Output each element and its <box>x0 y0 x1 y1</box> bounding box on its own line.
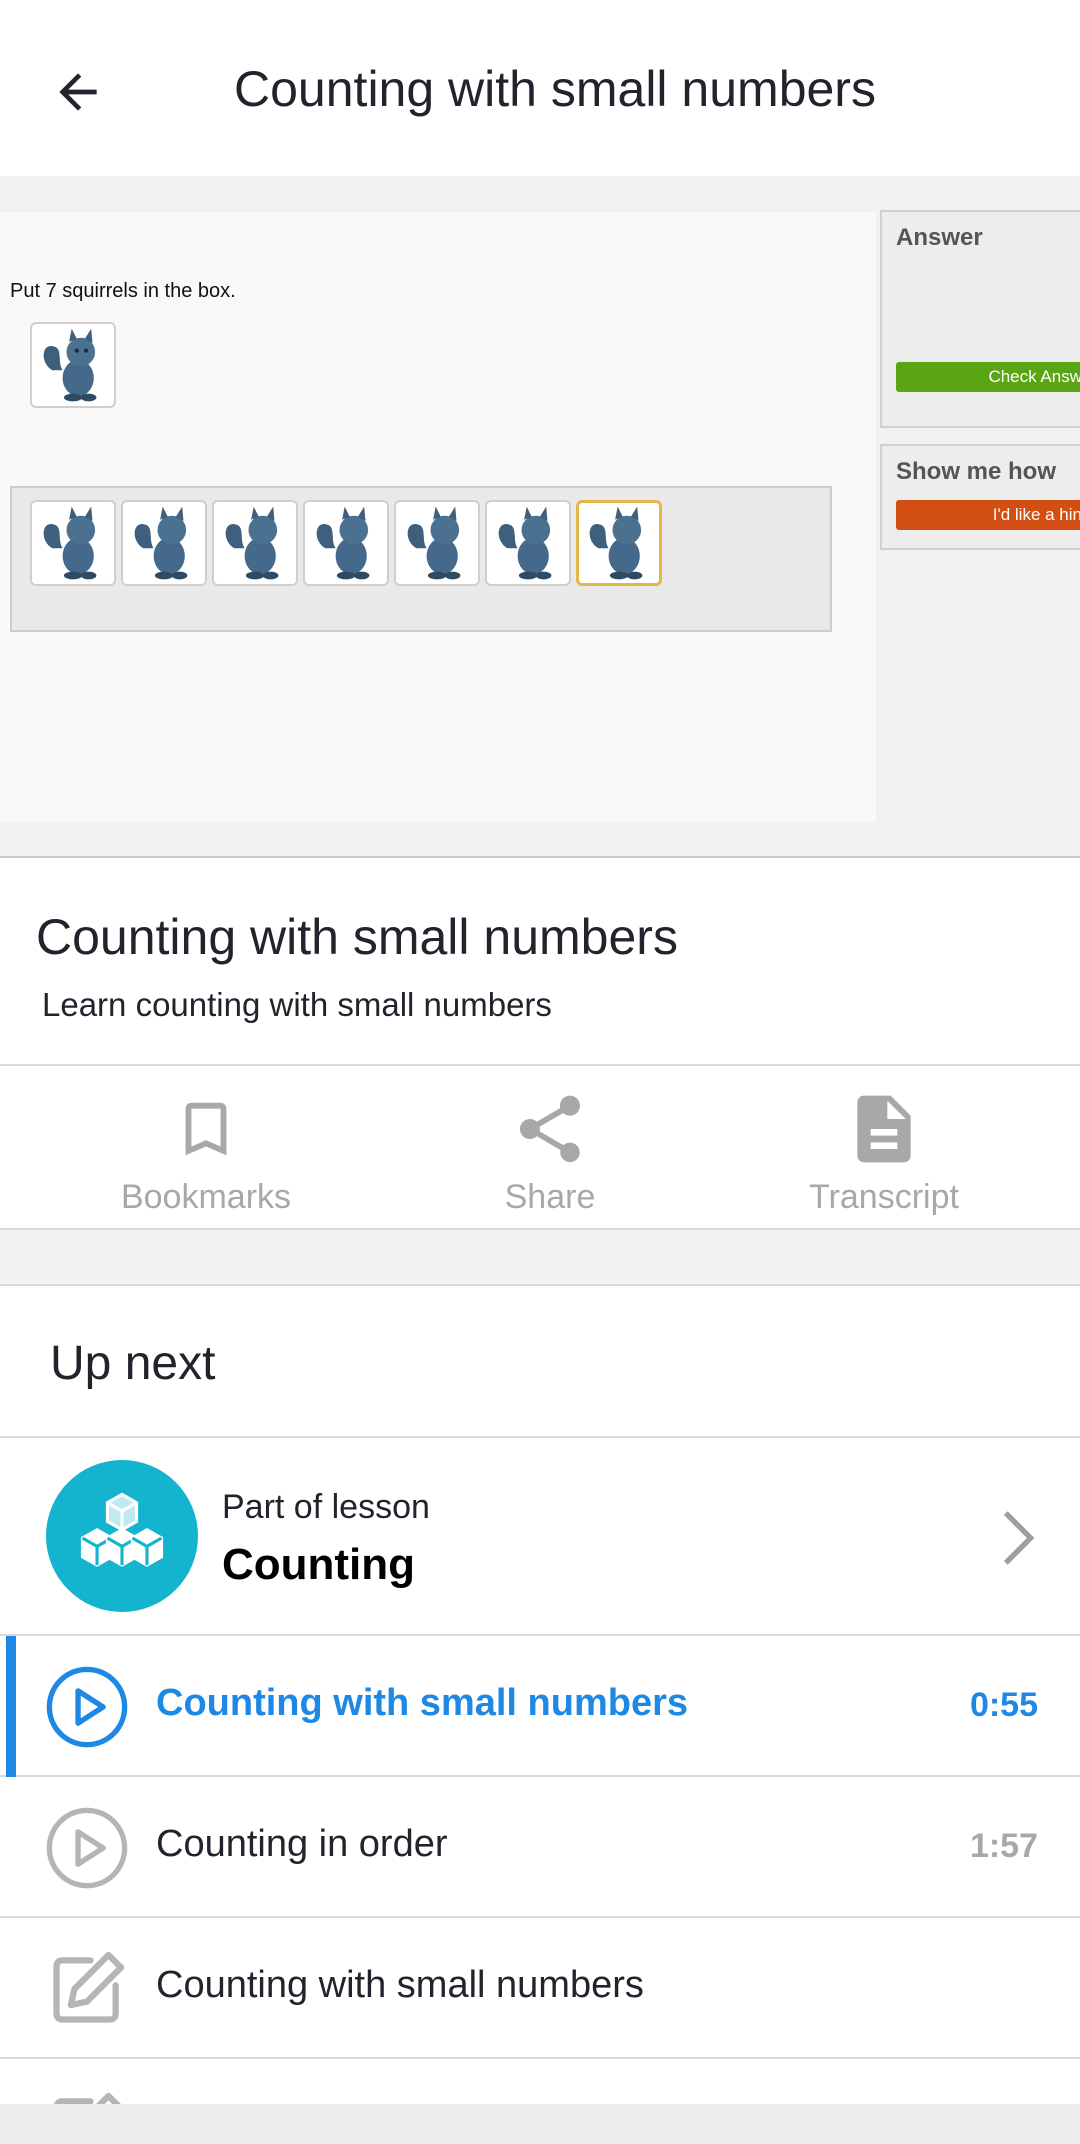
item-title: Counting in order <box>156 1823 448 1865</box>
show-me-header: Show me how <box>896 458 1057 485</box>
transcript-button[interactable]: Transcript <box>724 1066 1044 1228</box>
squirrel-tile[interactable] <box>30 500 116 586</box>
squirrel-icon <box>134 506 188 580</box>
squirrel-icon <box>43 328 97 402</box>
squirrel-tile[interactable] <box>303 500 389 586</box>
share-icon <box>520 1095 580 1163</box>
squirrel-icon <box>43 506 97 580</box>
chevron-right-icon <box>1003 1511 1035 1565</box>
lesson-name: Counting <box>222 1540 416 1589</box>
lesson-badge <box>46 1460 198 1612</box>
exercise-area: Put 7 squirrels in the box. <box>0 212 876 822</box>
app-bar: Counting with small numbers <box>0 0 1080 176</box>
system-nav-bar <box>0 2104 1080 2144</box>
squirrel-tile <box>30 322 116 408</box>
squirrel-icon <box>498 506 552 580</box>
video-player[interactable]: Put 7 squirrels in the box. Answer Check… <box>0 176 1080 858</box>
document-icon <box>857 1095 911 1163</box>
squirrel-icon <box>407 506 461 580</box>
show-me-panel: Show me how I'd like a hin <box>880 444 1080 550</box>
squirrel-tile[interactable] <box>212 500 298 586</box>
item-title: Counting with small numbers <box>156 1964 644 2006</box>
up-next-header: Up next <box>0 1288 1080 1438</box>
hint-button[interactable]: I'd like a hin <box>896 500 1080 530</box>
lesson-caption: Part of lesson <box>222 1488 430 1526</box>
exercise-prompt: Put 7 squirrels in the box. <box>10 280 236 302</box>
list-item-video-active[interactable]: Counting with small numbers 0:55 <box>0 1636 1080 1777</box>
list-item-video[interactable]: Counting in order 1:57 <box>0 1777 1080 1918</box>
item-duration: 0:55 <box>969 1686 1038 1724</box>
answer-panel: Answer Check Answ <box>880 210 1080 428</box>
edit-icon <box>53 1951 125 2023</box>
list-item-exercise[interactable]: Counting with small numbers <box>0 1918 1080 2059</box>
squirrel-tile[interactable] <box>485 500 571 586</box>
play-circle-icon <box>46 1807 128 1889</box>
squirrel-tile[interactable] <box>394 500 480 586</box>
video-subtitle: Learn counting with small numbers <box>42 986 552 1023</box>
section-divider <box>0 1230 1080 1286</box>
squirrel-tile[interactable] <box>121 500 207 586</box>
bookmark-icon <box>185 1102 227 1156</box>
squirrel-tile-selected[interactable] <box>576 500 662 586</box>
item-title: Counting with small numbers <box>156 1682 689 1724</box>
action-bar: Bookmarks Share Transcript <box>0 1064 1080 1230</box>
check-answer-button[interactable]: Check Answ <box>896 362 1080 392</box>
bookmarks-label: Bookmarks <box>120 1178 292 1216</box>
video-info: Counting with small numbers Learn counti… <box>0 858 1080 1064</box>
blocks-icon <box>80 1492 164 1567</box>
squirrel-icon <box>316 506 370 580</box>
up-next-title: Up next <box>50 1337 216 1390</box>
share-button[interactable]: Share <box>390 1066 710 1228</box>
squirrel-icon <box>225 506 279 580</box>
squirrel-icon <box>589 506 643 580</box>
item-duration: 1:57 <box>969 1827 1038 1865</box>
transcript-label: Transcript <box>809 1178 959 1216</box>
play-circle-icon <box>46 1666 128 1748</box>
video-title: Counting with small numbers <box>36 909 678 965</box>
lesson-row[interactable]: Part of lesson Counting <box>0 1440 1080 1636</box>
page-title: Counting with small numbers <box>234 61 876 117</box>
share-label: Share <box>504 1178 596 1216</box>
answer-header: Answer <box>896 224 983 251</box>
bookmarks-button[interactable]: Bookmarks <box>46 1066 366 1228</box>
